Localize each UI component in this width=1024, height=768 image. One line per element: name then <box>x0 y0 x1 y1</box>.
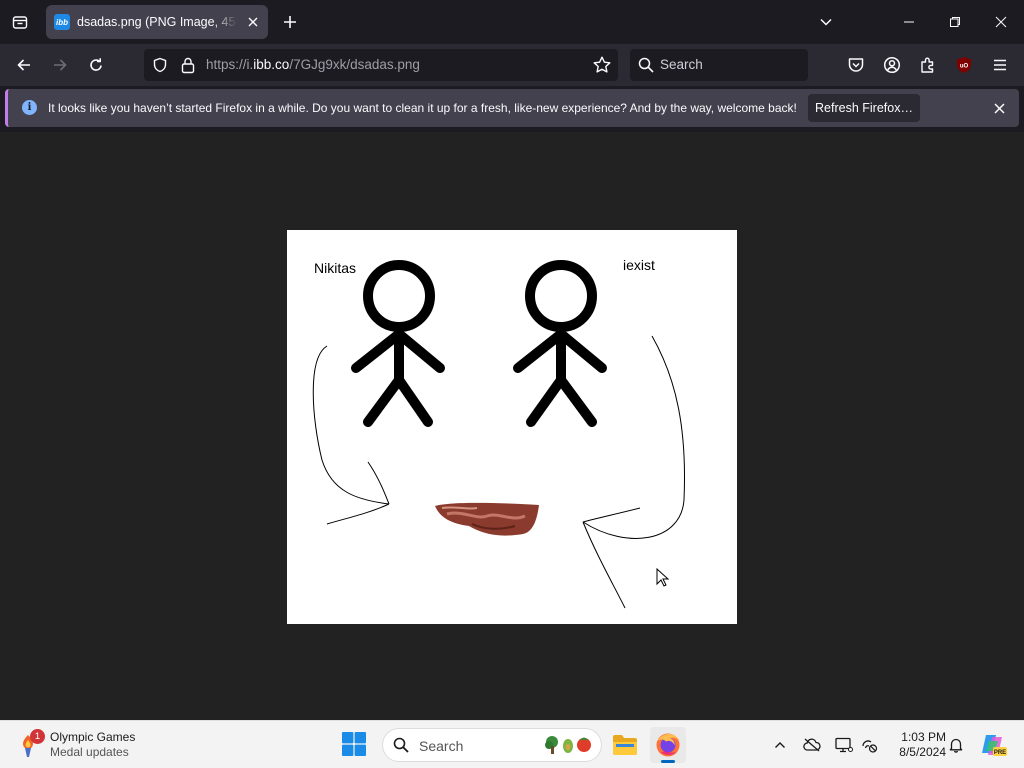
cloud-offline-icon <box>803 738 821 752</box>
display-tray-button[interactable] <box>834 735 854 755</box>
extensions-button[interactable] <box>914 51 942 79</box>
refresh-firefox-notification: i It looks like you haven’t started Fire… <box>5 89 1019 127</box>
app-menu-button[interactable] <box>986 51 1014 79</box>
displayed-image[interactable]: Nikitas iexist <box>287 230 737 624</box>
minimize-button[interactable] <box>886 0 932 44</box>
widget-subtitle: Medal updates <box>50 745 129 759</box>
onedrive-tray-button[interactable] <box>802 735 822 755</box>
new-tab-button[interactable] <box>278 10 302 34</box>
network-disconnected-icon <box>862 740 878 753</box>
forward-arrow-icon <box>54 59 67 71</box>
url-bar[interactable]: https://i.ibb.co/7GJg9xk/dsadas.png <box>144 49 618 81</box>
meat-image <box>435 502 539 536</box>
stick-figure-right <box>513 260 607 427</box>
pocket-icon <box>848 58 864 72</box>
url-path: /7GJg9xk/dsadas.png <box>289 57 420 72</box>
search-bar[interactable]: Search <box>630 49 808 81</box>
search-highlight-icon <box>545 736 591 754</box>
search-placeholder: Search <box>660 57 703 72</box>
tab-title: dsadas.png (PNG Image, 450 × 394 pixels) <box>77 15 237 29</box>
firefox-taskbar-button[interactable] <box>650 727 686 763</box>
url-text[interactable]: https://i.ibb.co/7GJg9xk/dsadas.png <box>206 57 420 72</box>
taskbar-search-placeholder: Search <box>419 738 464 754</box>
navigation-toolbar: https://i.ibb.co/7GJg9xk/dsadas.png Sear… <box>0 44 1024 86</box>
active-tab[interactable]: ibb dsadas.png (PNG Image, 450 × 394 pix… <box>46 5 268 39</box>
account-icon <box>883 56 901 74</box>
tab-strip: ibb dsadas.png (PNG Image, 450 × 394 pix… <box>0 0 1024 44</box>
folder-icon <box>613 735 637 755</box>
monitor-icon <box>835 737 853 753</box>
window-close-button[interactable] <box>978 0 1024 44</box>
copilot-button[interactable]: PRE <box>978 731 1008 759</box>
menu-icon <box>994 59 1006 71</box>
svg-text:PRE: PRE <box>994 750 1006 756</box>
tab-list-icon[interactable] <box>6 8 34 36</box>
url-domain: ibb.co <box>253 57 290 72</box>
restore-button[interactable] <box>932 0 978 44</box>
chevron-down-icon <box>820 18 832 26</box>
url-prefix: https://i. <box>206 57 254 72</box>
file-explorer-button[interactable] <box>607 727 643 763</box>
list-all-tabs-button[interactable] <box>814 10 838 34</box>
stick-figure-drawing <box>312 260 685 609</box>
stick-figure-left <box>351 260 445 427</box>
ublock-origin-button[interactable]: uO <box>950 51 978 79</box>
olympic-torch-icon: 1 <box>14 729 45 759</box>
page-content: Nikitas iexist <box>0 132 1024 720</box>
notifications-button[interactable] <box>946 735 966 755</box>
copilot-icon: PRE <box>982 735 1007 756</box>
bell-icon <box>949 738 963 753</box>
ibb-favicon-icon: ibb <box>54 14 70 30</box>
minimize-icon <box>904 21 914 23</box>
lock-icon[interactable] <box>180 56 196 79</box>
start-button[interactable] <box>341 731 369 759</box>
curved-arrow-left <box>312 345 390 525</box>
windows-logo-icon <box>342 732 366 756</box>
account-button[interactable] <box>878 51 906 79</box>
plus-icon <box>284 16 296 28</box>
star-icon[interactable] <box>592 55 612 80</box>
restore-icon <box>950 17 960 27</box>
show-hidden-icons-button[interactable] <box>770 735 790 755</box>
notification-message: It looks like you haven’t started Firefo… <box>48 101 797 115</box>
network-tray-button[interactable] <box>859 735 879 755</box>
search-icon <box>638 57 654 78</box>
search-icon <box>393 737 409 758</box>
svg-text:uO: uO <box>960 64 969 70</box>
system-clock[interactable]: 1:03 PM 8/5/2024 <box>884 730 946 760</box>
chevron-up-icon <box>775 742 785 748</box>
back-button[interactable] <box>10 51 38 79</box>
reload-button[interactable] <box>82 51 110 79</box>
back-arrow-icon <box>17 59 30 71</box>
ublock-icon: uO <box>957 57 971 73</box>
notification-close-icon[interactable] <box>991 100 1007 116</box>
clock-time: 1:03 PM <box>901 730 946 744</box>
reload-icon <box>90 58 102 71</box>
clock-date: 8/5/2024 <box>899 745 946 759</box>
forward-button[interactable] <box>46 51 74 79</box>
widget-title: Olympic Games <box>50 730 136 744</box>
active-app-indicator <box>661 760 675 763</box>
taskbar-search[interactable]: Search <box>382 728 602 762</box>
extensions-icon <box>921 57 934 73</box>
close-icon[interactable] <box>244 13 262 31</box>
widget-badge: 1 <box>30 729 45 744</box>
shield-icon[interactable] <box>152 57 168 78</box>
pocket-button[interactable] <box>842 51 870 79</box>
refresh-firefox-button[interactable]: Refresh Firefox… <box>808 94 920 122</box>
mouse-cursor-icon <box>656 568 670 587</box>
widgets-button[interactable]: 1 Olympic Games Medal updates <box>14 727 135 763</box>
window-close-icon <box>995 16 1007 28</box>
info-icon: i <box>22 100 37 115</box>
firefox-icon <box>656 733 680 757</box>
windows-taskbar: 1 Olympic Games Medal updates Search 1:0… <box>0 720 1024 768</box>
